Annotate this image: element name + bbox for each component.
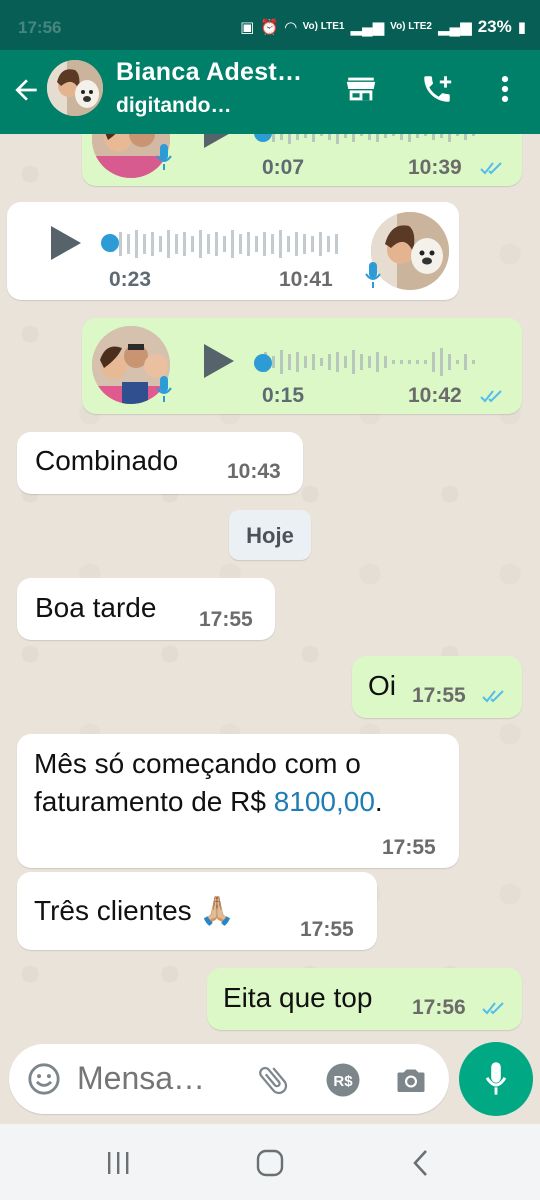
voice-mic-icon [156, 376, 172, 402]
alarm-icon: ⏰ [260, 19, 280, 36]
network-2-label: Vo) LTE2 [390, 21, 432, 32]
message-text-line-2: faturamento de R$ 8100,00. [34, 786, 383, 818]
chat-header: Bianca Adest… digitando… [0, 50, 540, 134]
battery-percent: 23% [477, 17, 512, 36]
message-text: Eita que top [223, 982, 373, 1013]
message-incoming[interactable]: Três clientes 🙏🏼 17:55 [17, 872, 377, 950]
play-button[interactable] [51, 226, 81, 260]
voice-waveform [111, 230, 338, 258]
voice-duration: 0:15 [262, 384, 305, 407]
signal-1-icon: ▂▄▆ [350, 19, 385, 36]
catalog-store-icon[interactable] [344, 72, 378, 106]
sim-icon: ▣ [240, 19, 255, 36]
read-receipt-icon [480, 162, 502, 175]
svg-text:R$: R$ [333, 1073, 353, 1090]
camera-icon[interactable] [393, 1062, 429, 1098]
back-nav-icon[interactable] [404, 1148, 440, 1178]
voice-progress-dot[interactable] [254, 354, 272, 372]
voice-progress-dot[interactable] [101, 234, 119, 252]
read-receipt-icon [482, 690, 504, 703]
voice-message-outgoing: 0:15 10:42 [82, 318, 522, 414]
message-text-prefix: faturamento de R$ [34, 786, 274, 817]
emoji-icon[interactable] [27, 1062, 61, 1096]
wifi-icon: ◠ [285, 19, 297, 36]
voice-duration: 0:07 [262, 156, 305, 179]
message-time: 10:43 [227, 460, 281, 483]
typing-status: digitando… [116, 94, 232, 117]
battery-icon: ▮ [517, 19, 526, 36]
message-text: Oi [368, 670, 396, 701]
message-text-body: Três clientes [34, 895, 192, 926]
message-time: 17:55 [382, 836, 436, 859]
message-text: Combinado [35, 445, 179, 476]
play-button[interactable] [204, 134, 234, 148]
message-time: 10:42 [408, 384, 462, 407]
voice-mic-icon [365, 262, 381, 288]
message-time: 17:55 [300, 918, 354, 941]
signal-2-icon: ▂▄▆ [438, 19, 472, 36]
message-text: Boa tarde [35, 592, 157, 623]
system-navigation-bar [0, 1124, 540, 1200]
voice-waveform [264, 134, 475, 144]
date-divider: Hoje [229, 510, 311, 560]
message-input[interactable] [77, 1060, 227, 1097]
message-time: 17:56 [412, 996, 466, 1019]
voice-waveform [264, 348, 475, 376]
message-text: Três clientes 🙏🏼 [34, 894, 234, 927]
message-text-line-1: Mês só começando com o [34, 748, 361, 779]
voice-message-outgoing: 0:07 10:39 [82, 134, 522, 186]
voice-record-button[interactable] [459, 1042, 533, 1116]
read-receipt-icon [480, 390, 502, 403]
message-composer: R$ [9, 1044, 449, 1114]
play-button[interactable] [204, 344, 234, 378]
date-divider-label: Hoje [246, 523, 294, 548]
message-time: 10:41 [279, 268, 333, 291]
payment-icon[interactable]: R$ [325, 1062, 361, 1098]
add-call-icon[interactable] [420, 72, 454, 106]
detected-number-link[interactable]: 8100,00 [274, 786, 375, 817]
message-time: 17:55 [199, 608, 253, 631]
voice-message-incoming: 0:23 10:41 [7, 202, 459, 300]
more-options-icon[interactable] [488, 72, 522, 106]
contact-name[interactable]: Bianca Adest… [116, 58, 302, 87]
network-1-label: Vo) LTE1 [302, 21, 345, 32]
attachment-icon[interactable] [255, 1062, 291, 1098]
message-incoming[interactable]: Boa tarde 17:55 [17, 578, 275, 640]
back-arrow-icon[interactable] [10, 74, 42, 106]
microphone-icon [485, 1062, 507, 1095]
home-icon[interactable] [252, 1148, 288, 1178]
message-incoming[interactable]: Combinado 10:43 [17, 432, 303, 494]
message-outgoing[interactable]: Eita que top 17:56 [207, 968, 522, 1030]
status-icons: ▣ ⏰ ◠ Vo) LTE1 ▂▄▆ Vo) LTE2 ▂▄▆ 23% ▮ [240, 17, 526, 37]
status-time: 17:56 [18, 18, 62, 37]
read-receipt-icon [482, 1002, 504, 1015]
praying-hands-emoji: 🙏🏼 [199, 895, 235, 926]
message-outgoing[interactable]: Oi 17:55 [352, 656, 522, 718]
voice-duration: 0:23 [109, 268, 152, 291]
message-time: 17:55 [412, 684, 466, 707]
message-time: 10:39 [408, 156, 462, 179]
message-text-suffix: . [374, 786, 383, 817]
chat-area[interactable]: 0:07 10:39 0:23 10:41 0:15 10:42 Combina… [0, 134, 540, 1040]
contact-avatar[interactable] [47, 60, 103, 116]
recent-apps-icon[interactable] [100, 1148, 136, 1178]
voice-mic-icon [156, 144, 172, 170]
status-bar: 17:56 ▣ ⏰ ◠ Vo) LTE1 ▂▄▆ Vo) LTE2 ▂▄▆ 23… [0, 0, 540, 50]
message-incoming[interactable]: Mês só começando com o faturamento de R$… [17, 734, 459, 868]
